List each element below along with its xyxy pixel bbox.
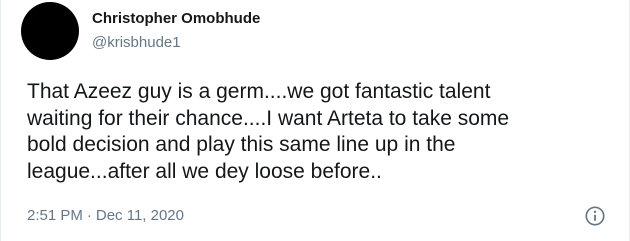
tweet-time[interactable]: 2:51 PM <box>27 207 83 224</box>
display-name[interactable]: Christopher Omobhude <box>92 10 260 28</box>
tweet-card: Christopher Omobhude @krisbhude1 That Az… <box>0 0 630 241</box>
avatar[interactable] <box>21 2 79 60</box>
tweet-text: That Azeez guy is a germ....we got fanta… <box>27 79 607 185</box>
tweet-text-line: waiting for their chance....I want Artet… <box>27 106 510 130</box>
meta-separator: · <box>86 207 92 224</box>
tweet-date[interactable]: Dec 11, 2020 <box>96 207 184 224</box>
tweet-text-line: league...after all we dey loose before.. <box>27 159 382 183</box>
info-circle-icon[interactable] <box>584 205 606 227</box>
tweet-timestamp[interactable]: 2:51 PM · Dec 11, 2020 <box>27 207 184 225</box>
tweet-text-line: bold decision and play this same line up… <box>27 133 456 156</box>
user-handle[interactable]: @krisbhude1 <box>92 34 181 52</box>
tweet-text-line: That Azeez guy is a germ....we got fanta… <box>27 80 491 103</box>
